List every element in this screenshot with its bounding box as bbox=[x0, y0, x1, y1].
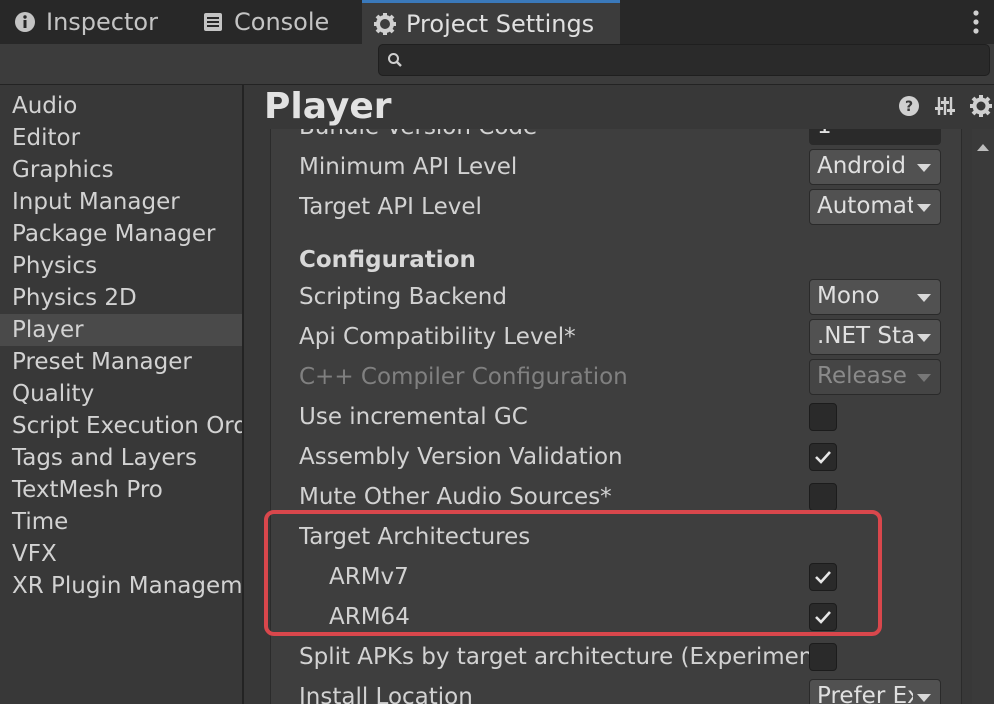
sidebar-item-vfx[interactable]: VFX bbox=[0, 538, 242, 570]
svg-text:?: ? bbox=[905, 99, 913, 115]
install-location-row: Install Location Prefer Ex bbox=[299, 677, 941, 704]
settings-gear-icon[interactable] bbox=[968, 93, 994, 119]
chevron-down-icon bbox=[917, 294, 931, 302]
incremental-gc-row: Use incremental GC bbox=[299, 397, 939, 437]
install-location-dropdown[interactable]: Prefer Ex bbox=[809, 679, 941, 704]
tab-inspector[interactable]: Inspector bbox=[12, 0, 158, 44]
bundle-version-code-label: Bundle Version Code bbox=[299, 129, 829, 147]
settings-search-input[interactable] bbox=[378, 44, 990, 76]
sidebar-item-graphics[interactable]: Graphics bbox=[0, 154, 242, 186]
chevron-down-icon bbox=[917, 164, 931, 172]
tab-project-settings-label: Project Settings bbox=[406, 9, 595, 38]
cpp-compiler-configuration-label: C++ Compiler Configuration bbox=[299, 364, 628, 390]
page-title: Player bbox=[264, 86, 392, 127]
presets-icon[interactable] bbox=[932, 93, 958, 119]
checkmark-icon bbox=[815, 451, 831, 464]
sidebar-item-xr-plugin-management[interactable]: XR Plugin Manageme bbox=[0, 570, 242, 602]
configuration-header-row: Configuration bbox=[299, 240, 939, 280]
assembly-version-validation-row: Assembly Version Validation bbox=[299, 437, 939, 477]
split-apks-row: Split APKs by target architecture (Exper… bbox=[299, 637, 939, 677]
sidebar-item-preset-manager[interactable]: Preset Manager bbox=[0, 346, 242, 378]
help-icon[interactable]: ? bbox=[896, 93, 922, 119]
mute-audio-checkbox[interactable] bbox=[809, 483, 837, 511]
more-options-icon[interactable] bbox=[972, 8, 980, 36]
sidebar-item-player[interactable]: Player bbox=[0, 314, 242, 346]
sidebar-item-quality[interactable]: Quality bbox=[0, 378, 242, 410]
sidebar-item-physics-2d[interactable]: Physics 2D bbox=[0, 282, 242, 314]
configuration-header: Configuration bbox=[299, 247, 476, 273]
install-location-label: Install Location bbox=[299, 684, 473, 704]
api-compatibility-level-dropdown[interactable]: .NET Sta bbox=[809, 319, 941, 355]
sidebar-item-script-execution-order[interactable]: Script Execution Ord bbox=[0, 410, 242, 442]
info-icon bbox=[12, 9, 38, 35]
minimum-api-level-dropdown[interactable]: Android bbox=[809, 149, 941, 185]
sidebar-item-package-manager[interactable]: Package Manager bbox=[0, 218, 242, 250]
minimum-api-level-row: Minimum API Level Android bbox=[299, 147, 941, 187]
search-icon bbox=[387, 52, 403, 72]
highlight-annotation bbox=[264, 510, 882, 636]
tab-project-settings[interactable]: Project Settings bbox=[362, 0, 620, 44]
api-compatibility-level-label: Api Compatibility Level* bbox=[299, 324, 576, 350]
sidebar-item-textmesh-pro[interactable]: TextMesh Pro bbox=[0, 474, 242, 506]
sidebar-item-tags-and-layers[interactable]: Tags and Layers bbox=[0, 442, 242, 474]
vertical-scrollbar[interactable] bbox=[972, 129, 994, 704]
header-icons: ? bbox=[896, 93, 994, 119]
bundle-version-code-field[interactable]: 1 bbox=[809, 129, 941, 145]
target-api-level-dropdown[interactable]: Automat bbox=[809, 189, 941, 225]
scroll-up-icon[interactable] bbox=[972, 137, 994, 157]
cpp-compiler-configuration-row: C++ Compiler Configuration Release bbox=[299, 357, 941, 397]
tab-console-label: Console bbox=[234, 8, 330, 36]
target-api-level-label: Target API Level bbox=[299, 194, 482, 220]
split-apks-checkbox[interactable] bbox=[809, 643, 837, 671]
console-icon bbox=[200, 9, 226, 35]
chevron-down-icon bbox=[917, 374, 931, 382]
search-row bbox=[0, 44, 994, 85]
tab-inspector-label: Inspector bbox=[46, 8, 158, 36]
bundle-version-code-row: Bundle Version Code 1 bbox=[299, 129, 941, 147]
incremental-gc-label: Use incremental GC bbox=[299, 404, 528, 430]
target-api-level-row: Target API Level Automat bbox=[299, 187, 941, 227]
cpp-compiler-configuration-dropdown: Release bbox=[809, 359, 941, 395]
assembly-version-validation-checkbox[interactable] bbox=[809, 443, 837, 471]
scripting-backend-dropdown[interactable]: Mono bbox=[809, 279, 941, 315]
assembly-version-validation-label: Assembly Version Validation bbox=[299, 444, 623, 470]
scripting-backend-label: Scripting Backend bbox=[299, 284, 507, 310]
settings-sidebar: Audio Editor Graphics Input Manager Pack… bbox=[0, 85, 242, 704]
api-compatibility-level-row: Api Compatibility Level* .NET Sta bbox=[299, 317, 941, 357]
editor-tab-bar: Inspector Console Project Settings bbox=[0, 0, 994, 44]
gear-icon bbox=[372, 11, 398, 37]
sidebar-item-time[interactable]: Time bbox=[0, 506, 242, 538]
split-apks-label: Split APKs by target architecture (Exper… bbox=[299, 644, 809, 670]
sidebar-item-editor[interactable]: Editor bbox=[0, 122, 242, 154]
sidebar-item-input-manager[interactable]: Input Manager bbox=[0, 186, 242, 218]
minimum-api-level-label: Minimum API Level bbox=[299, 154, 518, 180]
sidebar-item-physics[interactable]: Physics bbox=[0, 250, 242, 282]
sidebar-item-audio[interactable]: Audio bbox=[0, 90, 242, 122]
tab-console[interactable]: Console bbox=[200, 0, 329, 44]
scripting-backend-row: Scripting Backend Mono bbox=[299, 277, 941, 317]
chevron-down-icon bbox=[917, 334, 931, 342]
incremental-gc-checkbox[interactable] bbox=[809, 403, 837, 431]
chevron-down-icon bbox=[917, 204, 931, 212]
chevron-down-icon bbox=[917, 694, 931, 702]
